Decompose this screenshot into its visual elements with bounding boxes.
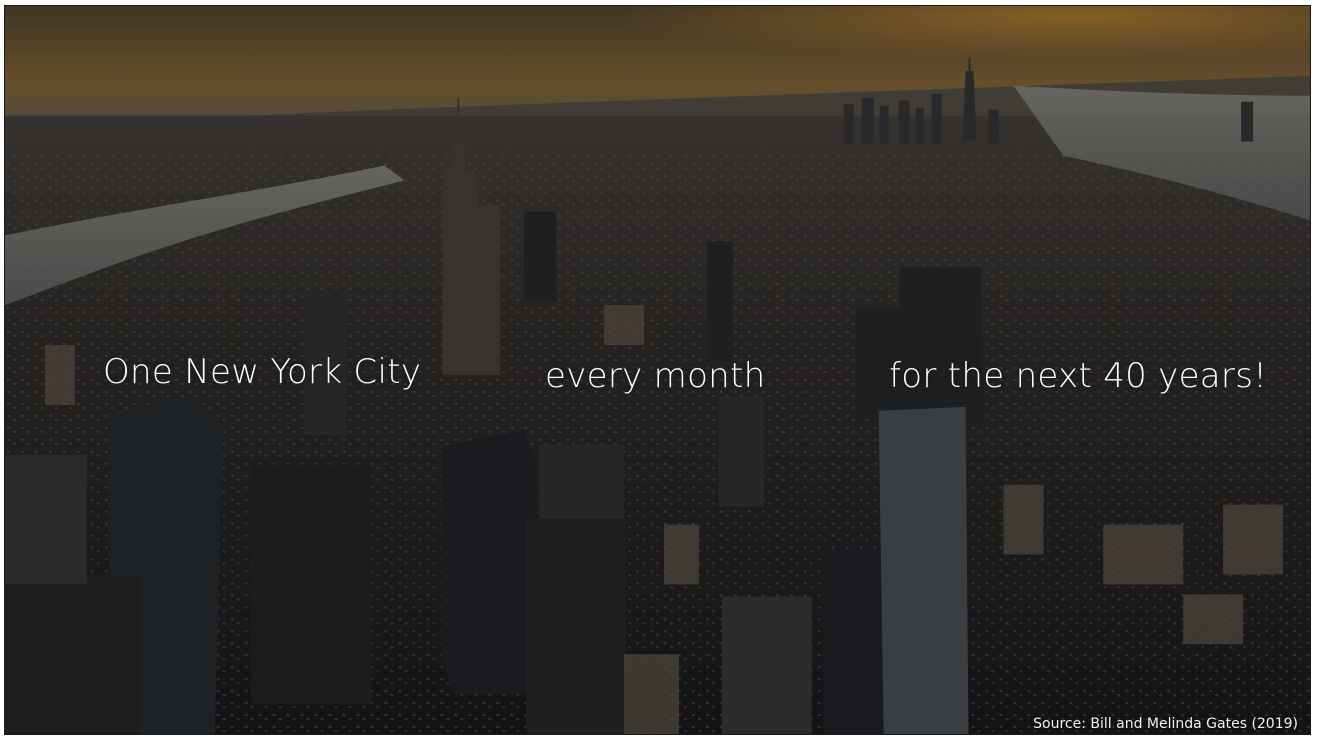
slide: One New York City every month for the ne… [4,5,1311,735]
caption-every-month: every month [545,356,766,396]
source-citation: Source: Bill and Melinda Gates (2019) [1033,716,1298,732]
caption-one-new-york-city: One New York City [103,352,422,392]
caption-next-40-years: for the next 40 years! [889,356,1268,396]
